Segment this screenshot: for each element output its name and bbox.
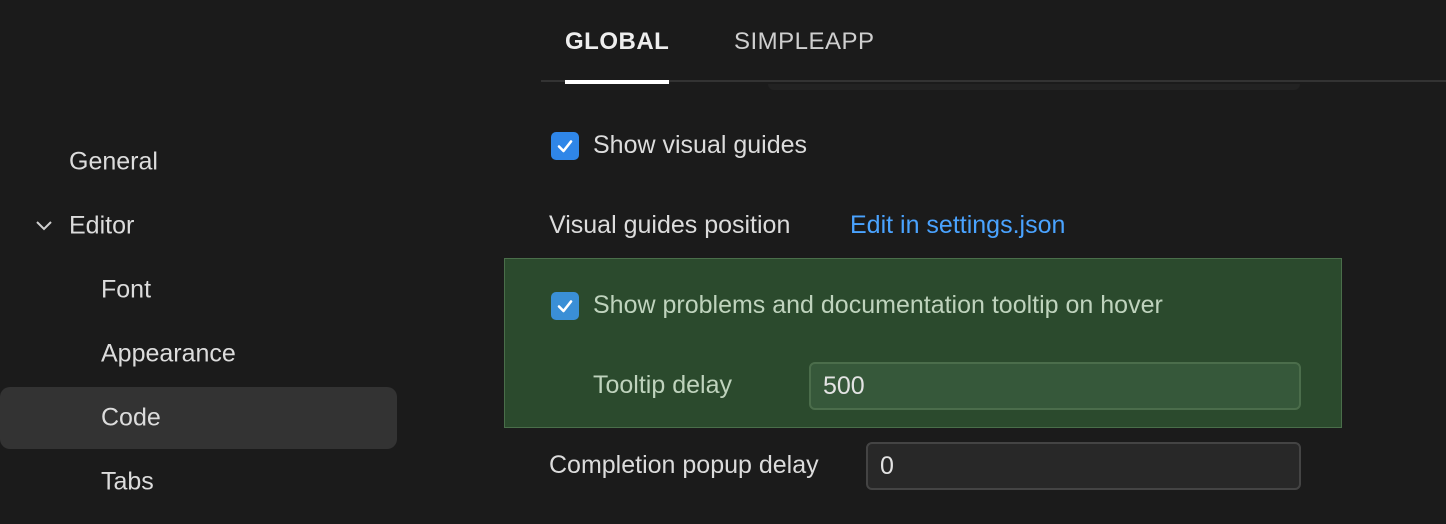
sidebar-item-label: General (69, 147, 158, 176)
tab-simpleapp[interactable]: SIMPLEAPP (734, 28, 875, 82)
sidebar-item-label: Code (101, 403, 161, 432)
checkmark-icon (557, 140, 573, 153)
show-visual-guides-checkbox[interactable] (551, 132, 579, 160)
tooltip-delay-input[interactable]: 500 (809, 362, 1301, 410)
scroll-shadow (768, 84, 1300, 90)
scope-tabs: GLOBAL SIMPLEAPP (541, 0, 1446, 84)
sidebar-item-label: Tabs (101, 467, 154, 496)
visual-guides-position-label: Visual guides position (549, 211, 791, 239)
tooltip-settings-highlight: Show problems and documentation tooltip … (504, 258, 1342, 428)
sidebar-item-appearance[interactable]: Appearance (0, 323, 397, 385)
sidebar-item-tabs[interactable]: Tabs (0, 451, 397, 513)
sidebar-item-editor[interactable]: Editor (0, 195, 397, 257)
settings-window: General Editor Font Appearance Code Tabs… (0, 0, 1446, 524)
sidebar: General Editor Font Appearance Code Tabs (0, 0, 400, 524)
tab-global[interactable]: GLOBAL (565, 28, 670, 84)
sidebar-item-code[interactable]: Code (0, 387, 397, 449)
show-tooltip-label[interactable]: Show problems and documentation tooltip … (593, 291, 1163, 320)
sidebar-item-label: Font (101, 275, 152, 304)
completion-popup-delay-input[interactable]: 0 (866, 442, 1301, 490)
sidebar-item-label: Editor (69, 211, 135, 240)
show-visual-guides-label[interactable]: Show visual guides (593, 131, 807, 160)
tooltip-delay-label: Tooltip delay (593, 371, 732, 399)
show-tooltip-checkbox[interactable] (551, 292, 579, 320)
checkmark-icon (557, 300, 573, 313)
completion-popup-delay-label: Completion popup delay (549, 451, 819, 479)
sidebar-item-label: Appearance (101, 339, 236, 368)
edit-in-settings-json-link[interactable]: Edit in settings.json (850, 211, 1065, 240)
chevron-down-icon (36, 221, 52, 231)
sidebar-item-general[interactable]: General (0, 131, 397, 193)
sidebar-item-font[interactable]: Font (0, 259, 397, 321)
